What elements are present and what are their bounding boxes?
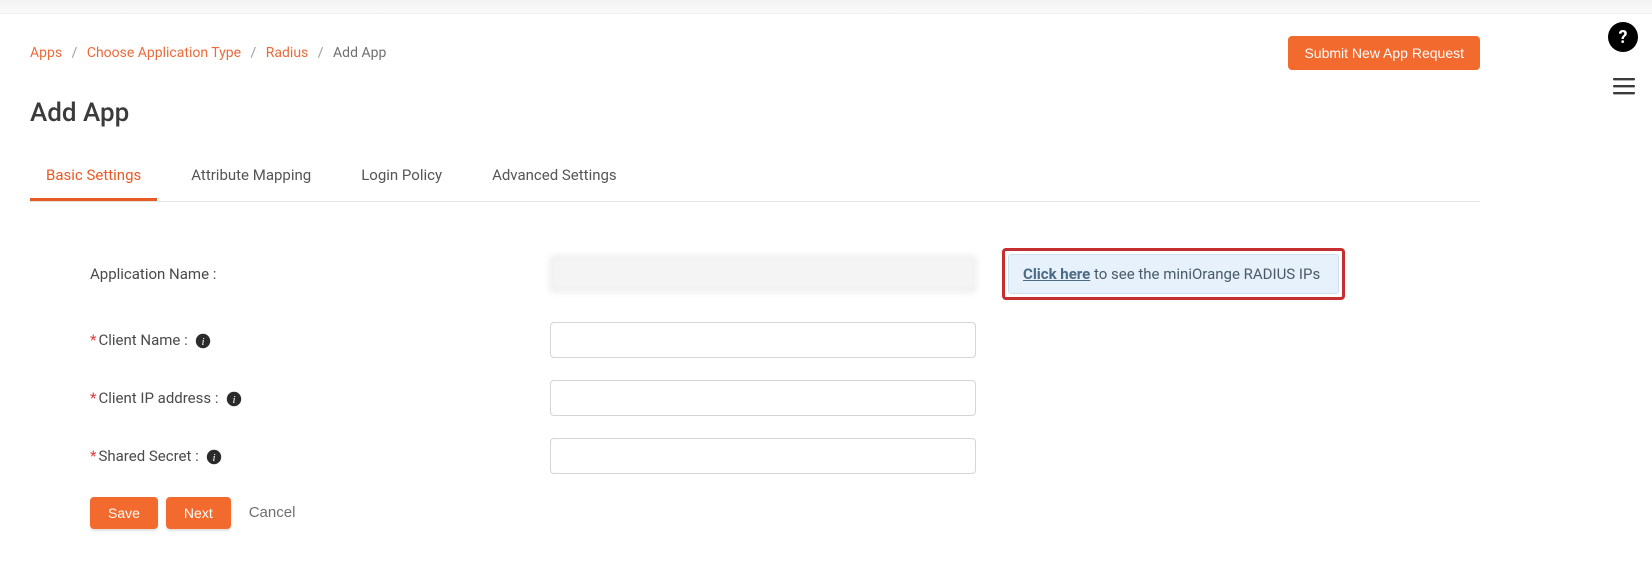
breadcrumb-separator: / [318,45,324,61]
breadcrumb-separator: / [72,45,78,61]
label-client-ip: *Client IP address : i [90,389,550,407]
label-client-ip-text: Client IP address : [98,389,218,407]
form-actions: Save Next Cancel [90,496,1470,529]
breadcrumb-choose-type[interactable]: Choose Application Type [87,45,241,61]
label-client-name: *Client Name : i [90,331,550,349]
submit-new-app-request-button[interactable]: Submit New App Request [1288,36,1480,70]
input-shared-secret[interactable] [550,438,976,474]
info-icon[interactable]: i [195,333,211,349]
radius-ips-callout-inner: Click here to see the miniOrange RADIUS … [1008,254,1339,294]
page-container: Apps / Choose Application Type / Radius … [0,14,1510,569]
next-button[interactable]: Next [166,497,231,529]
tab-login-policy[interactable]: Login Policy [345,152,458,201]
tabs: Basic Settings Attribute Mapping Login P… [30,152,1480,202]
tab-advanced-settings[interactable]: Advanced Settings [476,152,633,201]
help-icon-glyph: ? [1619,27,1628,48]
radius-ips-text: to see the miniOrange RADIUS IPs [1090,265,1320,283]
row-shared-secret: *Shared Secret : i [90,438,1470,474]
info-icon[interactable]: i [206,449,222,465]
label-shared-secret-text: Shared Secret : [98,447,198,465]
svg-text:i: i [213,452,216,464]
input-client-name[interactable] [550,322,976,358]
required-marker: * [90,389,96,407]
label-client-name-text: Client Name : [98,331,187,349]
click-here-link[interactable]: Click here [1023,265,1090,283]
breadcrumb-apps[interactable]: Apps [30,45,62,61]
hamburger-icon[interactable] [1610,72,1638,100]
input-client-ip[interactable] [550,380,976,416]
info-box-wrap: Click here to see the miniOrange RADIUS … [1002,248,1345,300]
tab-basic-settings[interactable]: Basic Settings [30,152,157,201]
required-marker: * [90,331,96,349]
save-button[interactable]: Save [90,497,158,529]
breadcrumb-row: Apps / Choose Application Type / Radius … [30,36,1480,70]
label-shared-secret: *Shared Secret : i [90,447,550,465]
label-application-name: Application Name : [90,265,550,283]
radius-ips-callout: Click here to see the miniOrange RADIUS … [1002,248,1345,300]
page-title: Add App [30,98,1480,128]
breadcrumb-current: Add App [333,45,386,61]
row-client-name: *Client Name : i [90,322,1470,358]
breadcrumb-separator: / [251,45,257,61]
form-area: Application Name : Click here to see the… [30,248,1470,529]
cancel-button[interactable]: Cancel [239,496,306,529]
breadcrumb: Apps / Choose Application Type / Radius … [30,45,386,61]
row-client-ip: *Client IP address : i [90,380,1470,416]
breadcrumb-radius[interactable]: Radius [266,45,309,61]
tab-attribute-mapping[interactable]: Attribute Mapping [175,152,327,201]
row-application-name: Application Name : Click here to see the… [90,248,1470,300]
required-marker: * [90,447,96,465]
svg-text:i: i [233,394,236,406]
info-icon[interactable]: i [226,391,242,407]
top-gradient-bar [0,0,1652,14]
svg-text:i: i [202,336,205,348]
help-icon[interactable]: ? [1608,22,1638,52]
input-application-name[interactable] [550,256,976,292]
